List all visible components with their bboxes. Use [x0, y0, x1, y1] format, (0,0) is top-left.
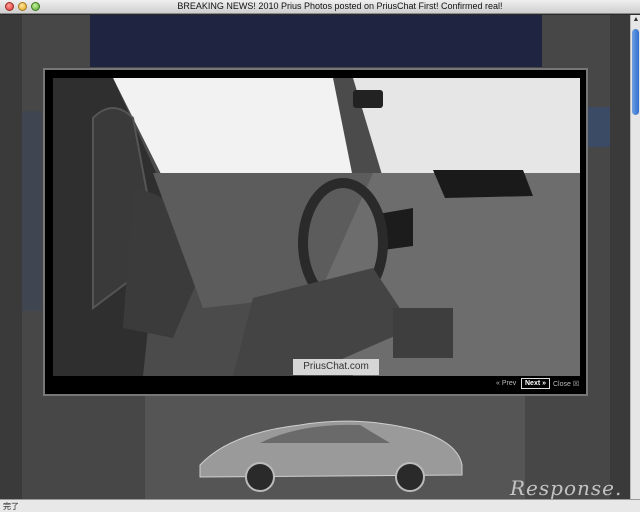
- lightbox-footer: « Prev Next » Close ☒: [53, 378, 580, 392]
- response-watermark: Response.: [510, 476, 623, 499]
- window-title: BREAKING NEWS! 2010 Prius Photos posted …: [177, 1, 503, 11]
- next-button[interactable]: Next »: [521, 378, 551, 389]
- title-bar: BREAKING NEWS! 2010 Prius Photos posted …: [0, 0, 640, 14]
- status-text: 完了: [3, 502, 19, 511]
- car-interior-photo: [53, 78, 580, 376]
- zoom-window-icon[interactable]: [31, 2, 40, 11]
- page-sidebar-left: [22, 111, 42, 311]
- page-banner: [90, 15, 542, 67]
- page-sidebar-right: [588, 107, 610, 147]
- lightbox-photo: PriusChat.com: [53, 78, 580, 376]
- prev-button[interactable]: « Prev: [496, 380, 516, 387]
- background-car-image: [199, 420, 463, 492]
- scroll-thumb[interactable]: [632, 29, 639, 115]
- vertical-scrollbar[interactable]: ▲: [630, 15, 640, 499]
- close-window-icon[interactable]: [5, 2, 14, 11]
- browser-window: BREAKING NEWS! 2010 Prius Photos posted …: [0, 0, 640, 512]
- close-button[interactable]: Close ☒: [553, 380, 579, 388]
- status-bar: 完了: [0, 499, 640, 512]
- minimize-window-icon[interactable]: [18, 2, 27, 11]
- photo-lightbox: PriusChat.com « Prev Next » Close ☒: [43, 68, 588, 396]
- scroll-up-arrow-icon[interactable]: ▲: [631, 15, 640, 25]
- photo-caption: PriusChat.com: [293, 359, 379, 375]
